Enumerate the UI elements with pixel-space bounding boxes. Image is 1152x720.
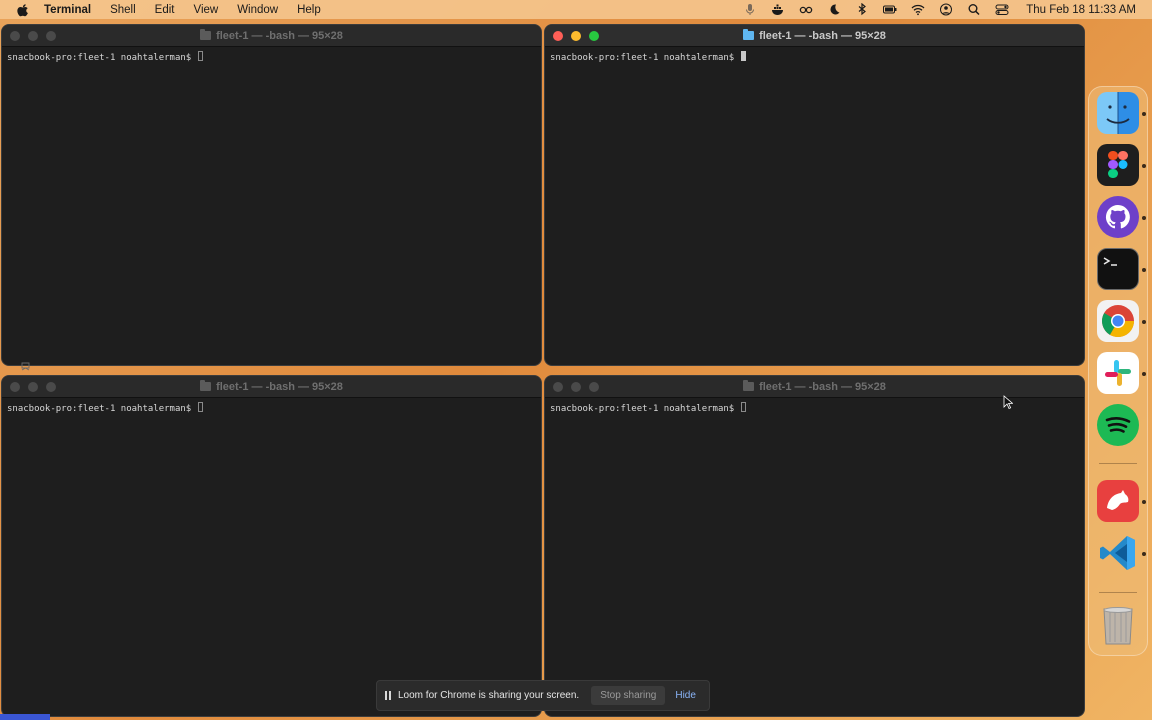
maximize-button[interactable]	[589, 31, 599, 41]
menu-app-name[interactable]: Terminal	[44, 4, 91, 16]
figma-icon[interactable]	[1097, 144, 1139, 186]
folder-icon	[200, 29, 212, 40]
running-indicator	[1142, 216, 1146, 220]
dock-separator	[1099, 592, 1137, 593]
search-icon[interactable]	[966, 3, 982, 17]
user-icon[interactable]	[938, 3, 954, 17]
window-controls	[553, 31, 599, 41]
minimize-button[interactable]	[28, 31, 38, 41]
dock-separator	[1099, 463, 1137, 464]
window-controls	[10, 31, 56, 41]
docker-icon[interactable]	[770, 3, 786, 17]
shell-prompt: snacbook-pro:fleet-1 noahtalerman$	[7, 404, 197, 414]
vscode-icon[interactable]	[1097, 532, 1139, 574]
folder-icon	[743, 380, 755, 391]
apple-icon[interactable]	[16, 3, 30, 17]
window-title: fleet-1 — -bash — 95×28	[759, 29, 886, 42]
bluetooth-icon[interactable]	[854, 3, 870, 17]
dock	[1088, 86, 1148, 656]
menu-shell[interactable]: Shell	[110, 4, 136, 16]
status-area: Thu Feb 18 11:33 AM	[730, 0, 1136, 19]
menu-bar: Terminal Shell Edit View Window Help Thu…	[0, 0, 1152, 19]
text-cursor	[197, 402, 203, 412]
stop-sharing-button[interactable]: Stop sharing	[591, 686, 666, 705]
slack-icon[interactable]	[1097, 352, 1139, 394]
minimize-button[interactable]	[571, 382, 581, 392]
terminal-window-bottom-left[interactable]: fleet-1 — -bash — 95×28 snacbook-pro:fle…	[1, 375, 542, 717]
window-titlebar[interactable]: fleet-1 — -bash — 95×28	[2, 376, 541, 398]
folder-icon	[743, 29, 755, 40]
shell-prompt: snacbook-pro:fleet-1 noahtalerman$	[550, 404, 740, 414]
menu-clock[interactable]: Thu Feb 18 11:33 AM	[1026, 4, 1136, 16]
close-button[interactable]	[10, 31, 20, 41]
terminal-window-top-left[interactable]: fleet-1 — -bash — 95×28 snacbook-pro:fle…	[1, 24, 542, 366]
window-titlebar[interactable]: fleet-1 — -bash — 95×28	[545, 25, 1084, 47]
running-indicator	[1142, 268, 1146, 272]
terminal-content[interactable]: snacbook-pro:fleet-1 noahtalerman$	[2, 47, 541, 68]
running-indicator	[1142, 552, 1146, 556]
wifi-icon[interactable]	[910, 3, 926, 17]
screen-share-bar: Loom for Chrome is sharing your screen. …	[376, 680, 710, 711]
maximize-button[interactable]	[46, 382, 56, 392]
running-indicator	[1142, 500, 1146, 504]
shell-prompt: snacbook-pro:fleet-1 noahtalerman$	[550, 53, 740, 63]
window-title: fleet-1 — -bash — 95×28	[759, 380, 886, 393]
close-button[interactable]	[553, 31, 563, 41]
close-button[interactable]	[10, 382, 20, 392]
terminal-content[interactable]: snacbook-pro:fleet-1 noahtalerman$	[2, 398, 541, 419]
pin-icon	[21, 362, 30, 371]
window-controls	[553, 382, 599, 392]
sharing-message: Loom for Chrome is sharing your screen.	[398, 690, 580, 701]
hide-button[interactable]: Hide	[675, 690, 696, 701]
terminal-window-top-right[interactable]: fleet-1 — -bash — 95×28 snacbook-pro:fle…	[544, 24, 1085, 366]
moon-icon[interactable]	[826, 3, 842, 17]
window-titlebar[interactable]: fleet-1 — -bash — 95×28	[2, 25, 541, 47]
folder-icon	[200, 380, 212, 391]
finder-icon[interactable]	[1097, 92, 1139, 134]
minimize-button[interactable]	[571, 31, 581, 41]
menu-help[interactable]: Help	[297, 4, 321, 16]
mouse-pointer-icon	[1003, 395, 1013, 409]
github-desktop-icon[interactable]	[1097, 196, 1139, 238]
maximize-button[interactable]	[589, 382, 599, 392]
trash-icon[interactable]	[1097, 605, 1139, 647]
glasses-icon[interactable]	[798, 3, 814, 17]
bear-icon[interactable]	[1097, 480, 1139, 522]
terminal-icon[interactable]	[1097, 248, 1139, 290]
pause-icon[interactable]	[385, 691, 392, 700]
screen-edge-indicator	[0, 714, 50, 720]
menu-edit[interactable]: Edit	[155, 4, 175, 16]
text-cursor	[740, 402, 746, 412]
window-title: fleet-1 — -bash — 95×28	[216, 29, 343, 42]
text-cursor	[740, 51, 746, 61]
spotify-icon[interactable]	[1097, 404, 1139, 446]
menu-view[interactable]: View	[193, 4, 218, 16]
terminal-window-bottom-right[interactable]: fleet-1 — -bash — 95×28 snacbook-pro:fle…	[544, 375, 1085, 717]
close-button[interactable]	[553, 382, 563, 392]
running-indicator	[1142, 320, 1146, 324]
shell-prompt: snacbook-pro:fleet-1 noahtalerman$	[7, 53, 197, 63]
minimize-button[interactable]	[28, 382, 38, 392]
terminal-content[interactable]: snacbook-pro:fleet-1 noahtalerman$	[545, 47, 1084, 68]
running-indicator	[1142, 164, 1146, 168]
battery-icon[interactable]	[882, 3, 898, 17]
control-center-icon[interactable]	[994, 3, 1010, 17]
menu-window[interactable]: Window	[237, 4, 278, 16]
maximize-button[interactable]	[46, 31, 56, 41]
text-cursor	[197, 51, 203, 61]
chrome-icon[interactable]	[1097, 300, 1139, 342]
microphone-icon[interactable]	[742, 3, 758, 17]
window-title: fleet-1 — -bash — 95×28	[216, 380, 343, 393]
running-indicator	[1142, 372, 1146, 376]
running-indicator	[1142, 112, 1146, 116]
window-controls	[10, 382, 56, 392]
